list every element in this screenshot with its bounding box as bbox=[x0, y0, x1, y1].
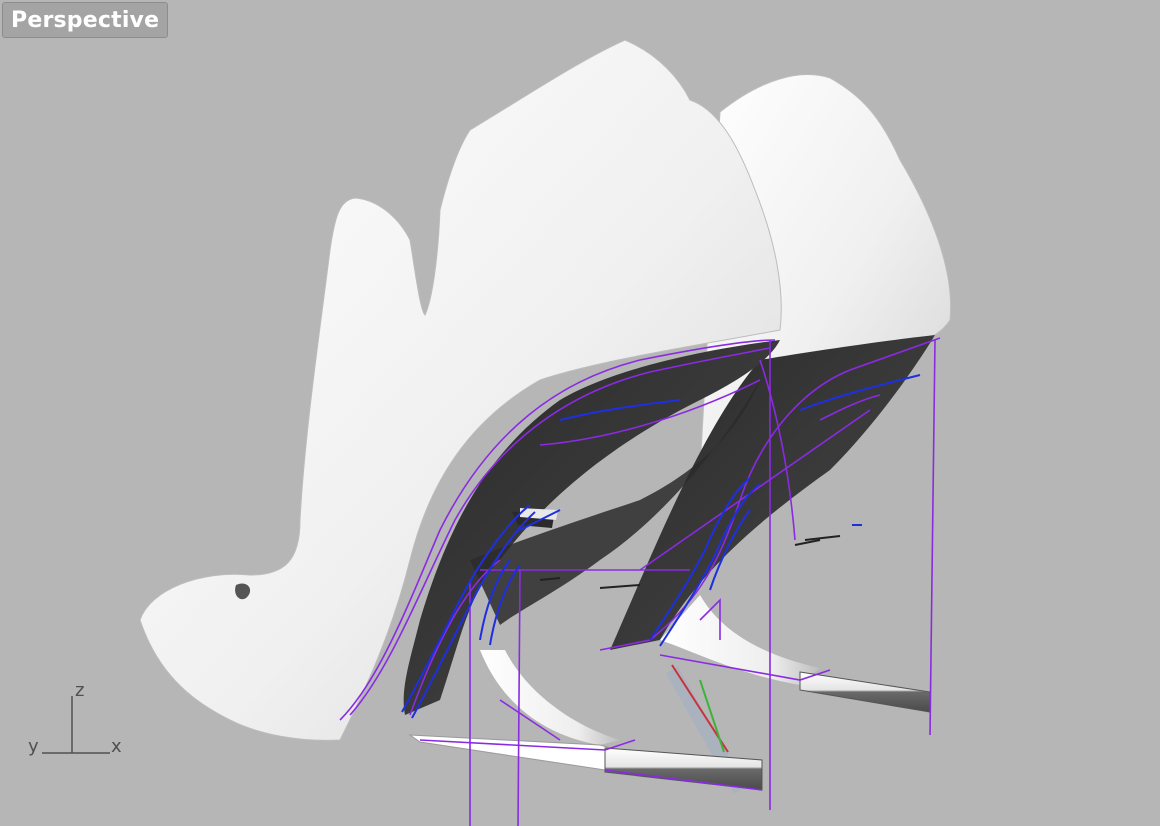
front-shoe-model[interactable] bbox=[139, 39, 782, 791]
3d-scene[interactable] bbox=[0, 0, 1160, 826]
x-axis-label: x bbox=[111, 736, 122, 757]
perspective-viewport[interactable]: Perspective z y x bbox=[0, 0, 1160, 826]
y-axis-label: y bbox=[28, 736, 39, 757]
world-axes-widget: z y x bbox=[20, 678, 130, 763]
z-axis-label: z bbox=[75, 680, 85, 701]
